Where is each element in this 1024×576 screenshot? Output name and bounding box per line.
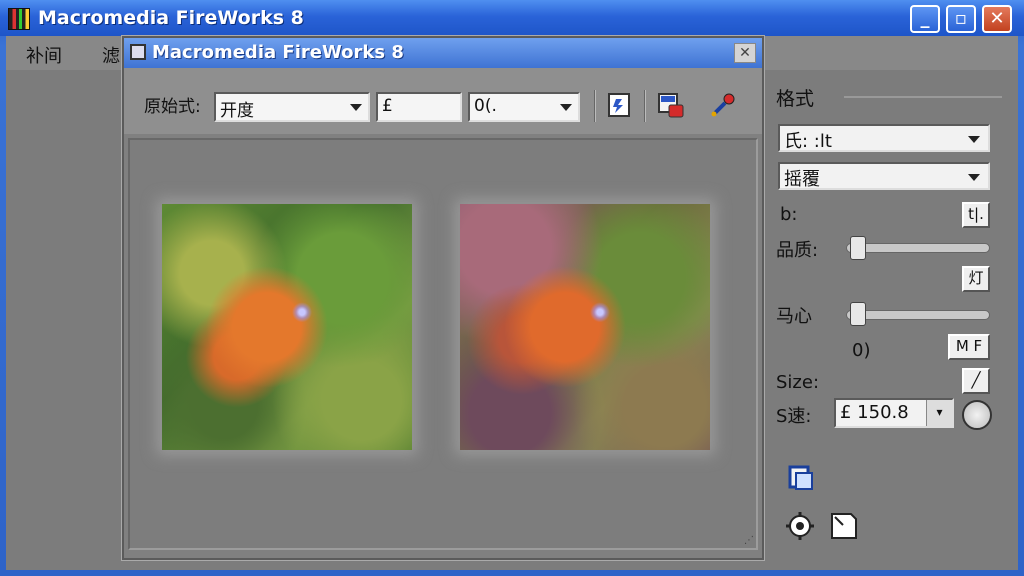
- value-field-text: £: [382, 96, 393, 116]
- panel-title: 格式: [776, 88, 815, 110]
- size-input[interactable]: £ 150.8 ▾: [834, 398, 954, 428]
- quality-slider-thumb[interactable]: [850, 236, 866, 260]
- close-button[interactable]: ✕: [982, 5, 1012, 33]
- format-select[interactable]: 氏: :lt: [778, 124, 990, 152]
- value-field[interactable]: £: [376, 92, 462, 122]
- minimize-button[interactable]: _: [910, 5, 940, 33]
- quality-button[interactable]: 灯: [962, 266, 990, 292]
- maximize-button[interactable]: ▫: [946, 5, 976, 33]
- crop-icon[interactable]: [828, 510, 860, 542]
- preview-area: ⋰: [128, 138, 758, 550]
- chevron-down-icon: [968, 174, 980, 181]
- mode-select[interactable]: 开度: [214, 92, 370, 122]
- smooth-button[interactable]: M F: [948, 334, 990, 360]
- size-input-value: £ 150.8: [840, 402, 909, 423]
- app-title: Macromedia FireWorks 8: [38, 7, 304, 29]
- settings-icon[interactable]: [784, 510, 816, 542]
- quality-label: 品质:: [776, 240, 819, 261]
- app-window: Macromedia FireWorks 8 _ ▫ ✕ 补间 滤 格式 氏: …: [0, 0, 1024, 576]
- smooth-slider[interactable]: [846, 310, 990, 320]
- size-toggle-button[interactable]: ╱: [962, 368, 990, 394]
- format-select-value: 氏: :lt: [784, 131, 832, 152]
- preview-dialog: Macromedia FireWorks 8 ✕ 原始式: 开度 £ 0(. ⋰: [122, 36, 764, 560]
- toolbar-separator: [644, 90, 646, 122]
- eyedropper-icon[interactable]: [708, 88, 738, 122]
- palette-select[interactable]: 摇覆: [778, 162, 990, 190]
- chevron-down-icon: [968, 136, 980, 143]
- preview-toolbar: 原始式: 开度 £ 0(.: [124, 68, 762, 134]
- fireworks-app-icon: [8, 8, 30, 30]
- menu-item-tween[interactable]: 补间: [26, 42, 62, 68]
- format-panel: 格式 氏: :lt 摇覆 b: t|. 品质: 灯 马心 0) M F Size…: [766, 80, 1004, 450]
- menu-item-filter[interactable]: 滤: [102, 42, 120, 68]
- mode-label: 原始式:: [144, 97, 201, 117]
- diagonal-line-icon: ╱: [971, 371, 981, 389]
- mode-select-value: 开度: [220, 101, 254, 121]
- dialog-title-bar[interactable]: Macromedia FireWorks 8 ✕: [124, 38, 762, 68]
- s-label: S速:: [776, 406, 812, 427]
- circle-button[interactable]: [962, 400, 992, 430]
- resize-grip-icon[interactable]: ⋰: [744, 535, 754, 546]
- dialog-close-button[interactable]: ✕: [734, 43, 756, 63]
- chevron-down-icon: [560, 104, 572, 111]
- dialog-title: Macromedia FireWorks 8: [152, 42, 404, 63]
- smooth-value: 0): [852, 340, 871, 361]
- palette-select-value: 摇覆: [784, 169, 820, 190]
- chevron-down-icon[interactable]: ▾: [926, 400, 952, 426]
- window-icon: [130, 44, 146, 60]
- b-label: b:: [780, 204, 798, 225]
- smooth-label: 马心: [776, 306, 812, 327]
- panel-actions: [766, 454, 1004, 564]
- export-wizard-icon[interactable]: [786, 462, 818, 494]
- option-select[interactable]: 0(.: [468, 92, 580, 122]
- original-preview-image: [162, 204, 412, 450]
- export-icon[interactable]: [656, 88, 686, 122]
- app-title-bar[interactable]: Macromedia FireWorks 8 _ ▫ ✕: [0, 0, 1024, 36]
- quality-slider[interactable]: [846, 243, 990, 253]
- panel-divider: [844, 96, 1002, 98]
- toolbar-separator: [594, 90, 596, 122]
- option-select-value: 0(.: [474, 96, 497, 116]
- smooth-slider-thumb[interactable]: [850, 302, 866, 326]
- optimize-icon[interactable]: [604, 88, 634, 122]
- size-label: Size:: [776, 372, 820, 393]
- chevron-down-icon: [350, 104, 362, 111]
- optimized-preview-image: [460, 204, 710, 450]
- b-button[interactable]: t|.: [962, 202, 990, 228]
